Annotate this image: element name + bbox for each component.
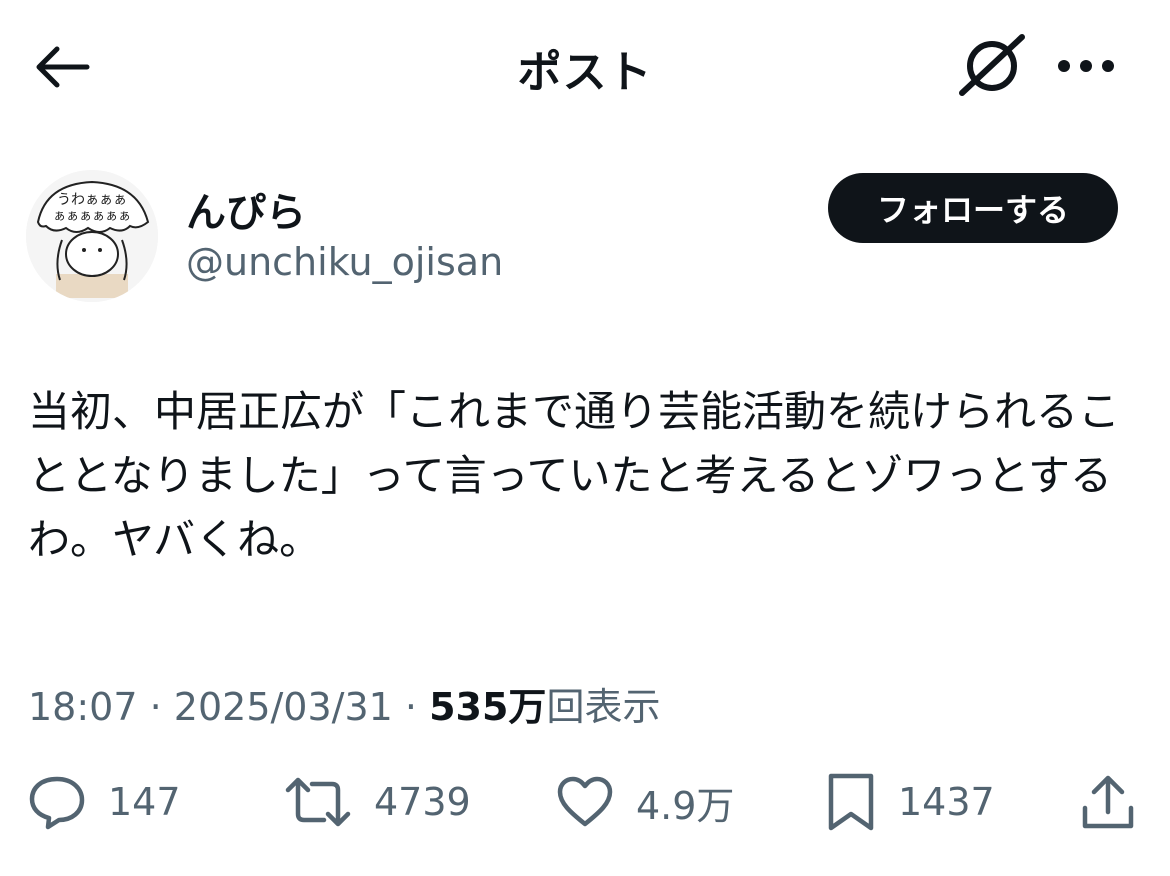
bookmark-icon: [828, 773, 874, 831]
bookmark-count: 1437: [898, 780, 995, 824]
meta-separator: ·: [149, 685, 162, 729]
views-count[interactable]: 535万: [429, 685, 546, 729]
grok-icon: [959, 34, 1025, 96]
retweet-count: 4739: [374, 780, 471, 824]
action-bar: 147 4739 4.9万 1437: [0, 762, 1170, 842]
reply-count: 147: [108, 780, 181, 824]
avatar-illustration: うわぁぁぁ ぁぁぁぁぁぁ: [26, 170, 158, 302]
more-button[interactable]: [1050, 40, 1122, 92]
views-label[interactable]: 回表示: [546, 685, 660, 729]
header: ポスト: [0, 0, 1170, 130]
grok-button[interactable]: [952, 30, 1032, 102]
retweet-button[interactable]: 4739: [284, 762, 471, 842]
retweet-icon: [285, 777, 351, 827]
like-count: 4.9万: [636, 783, 735, 828]
share-button[interactable]: [1080, 762, 1136, 842]
more-icon: [1058, 60, 1114, 72]
heart-icon: [557, 776, 613, 827]
user-handle[interactable]: @unchiku_ojisan: [186, 240, 503, 284]
reply-button[interactable]: 147: [28, 762, 181, 842]
avatar[interactable]: うわぁぁぁ ぁぁぁぁぁぁ: [26, 170, 158, 302]
post-time[interactable]: 18:07: [28, 685, 138, 729]
post-meta: 18:07 · 2025/03/31 · 535万回表示: [28, 676, 660, 731]
like-button[interactable]: 4.9万: [556, 762, 734, 842]
share-icon: [1082, 775, 1134, 829]
meta-separator: ·: [404, 685, 418, 729]
post-detail-screen: ポスト うわぁぁぁ ぁぁぁぁぁぁ んぴら @unchiku_ojisan フォロ…: [0, 0, 1170, 876]
svg-text:うわぁぁぁ: うわぁぁぁ: [57, 192, 127, 208]
svg-text:ぁぁぁぁぁぁ: ぁぁぁぁぁぁ: [53, 209, 131, 224]
display-name[interactable]: んぴら: [186, 180, 306, 238]
post-text: 当初、中居正広が「これまで通り芸能活動を続けられることとなりました」って言ってい…: [28, 387, 1121, 564]
follow-button[interactable]: フォローする: [828, 173, 1118, 243]
reply-icon: [29, 776, 85, 830]
post-date[interactable]: 2025/03/31: [174, 685, 393, 729]
bookmark-button[interactable]: 1437: [826, 762, 995, 842]
